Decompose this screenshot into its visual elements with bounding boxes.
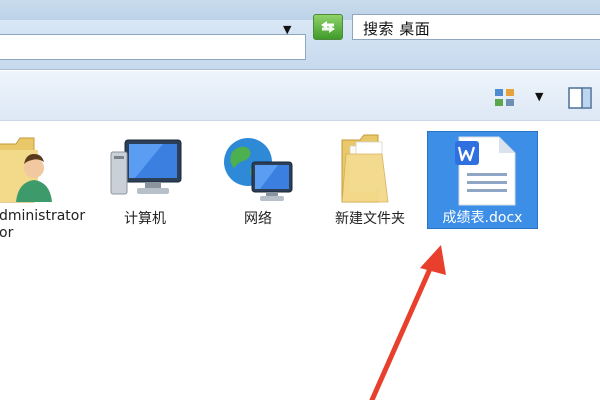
- desktop-item-grades-docx[interactable]: 成绩表.docx: [427, 131, 538, 229]
- explorer-window: ▼ 搜索 桌面 ▼ dministrator or 计算机 网络 新建文件夹 成…: [0, 0, 600, 400]
- desktop-item-computer[interactable]: 计算机: [105, 130, 185, 230]
- desktop-item-label: 新建文件夹: [335, 211, 405, 227]
- refresh-icon: [321, 21, 335, 33]
- desktop-item-label: dministrator or: [0, 208, 86, 241]
- computer-icon: [110, 139, 182, 195]
- search-input[interactable]: 搜索 桌面: [352, 14, 600, 40]
- search-text: 搜索 桌面: [363, 20, 431, 38]
- wps-document-icon: [455, 136, 516, 206]
- refresh-button[interactable]: [313, 14, 343, 40]
- address-dropdown-button[interactable]: ▼: [283, 23, 291, 36]
- desktop-item-label: 网络: [244, 211, 272, 227]
- folder-icon: [341, 134, 389, 203]
- change-view-button[interactable]: [494, 88, 516, 108]
- view-dropdown-button[interactable]: ▼: [535, 90, 543, 103]
- desktop-item-label: 计算机: [124, 211, 166, 227]
- desktop-item-new-folder[interactable]: 新建文件夹: [322, 130, 418, 230]
- preview-pane-button[interactable]: [568, 87, 592, 109]
- view-icon: [495, 89, 514, 106]
- user-folder-icon: [0, 137, 52, 203]
- desktop-item-network[interactable]: 网络: [218, 130, 298, 230]
- desktop-item-administrator[interactable]: dministrator or: [0, 130, 90, 250]
- desktop-item-label: 成绩表.docx: [442, 210, 523, 226]
- network-icon: [224, 138, 293, 201]
- preview-pane-icon: [568, 87, 592, 109]
- address-bar[interactable]: [0, 34, 306, 60]
